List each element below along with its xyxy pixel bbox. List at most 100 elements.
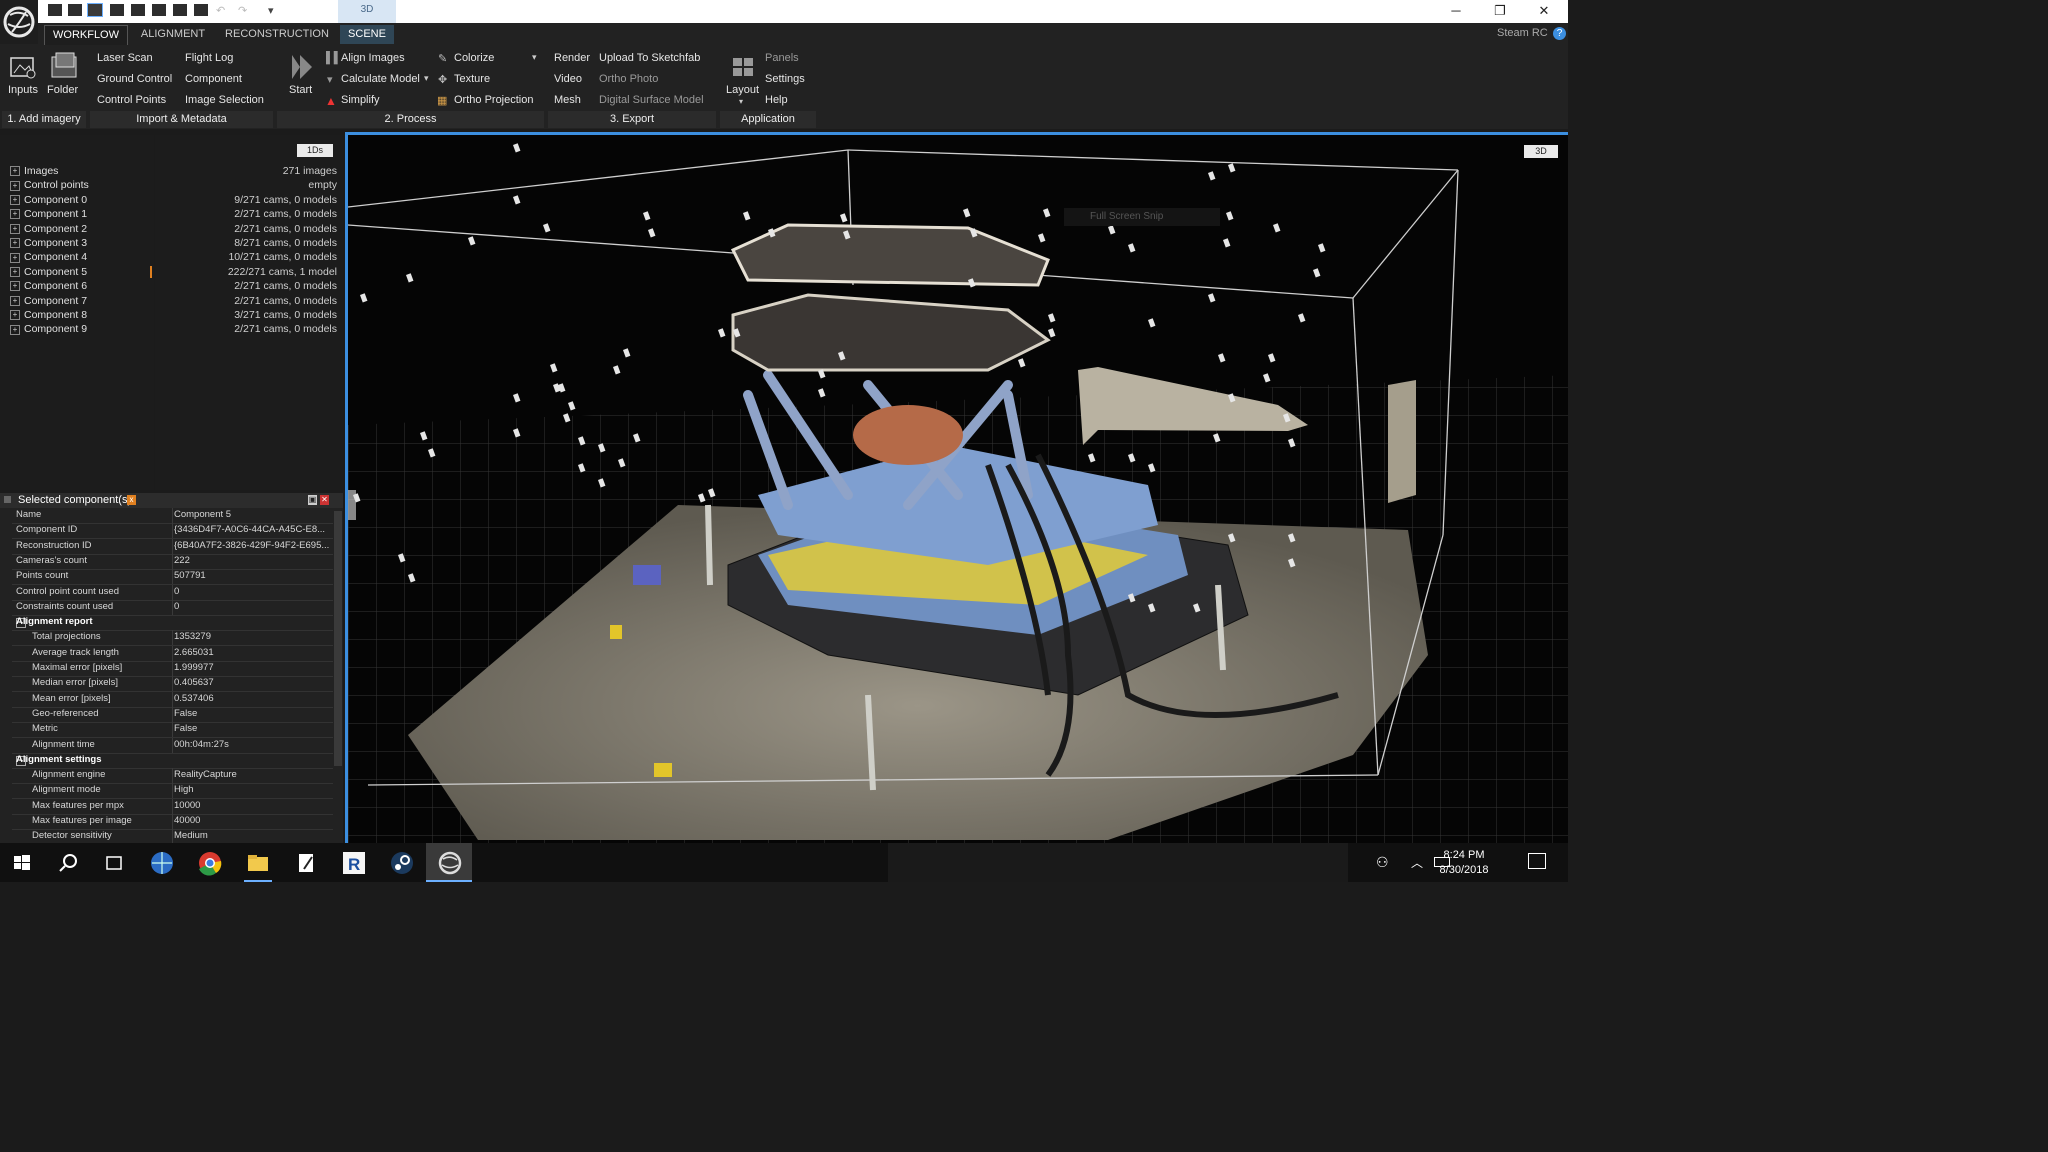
panel-collapse-icon[interactable] bbox=[4, 496, 11, 503]
tree-item[interactable]: + Component 3 bbox=[10, 237, 87, 251]
expand-icon[interactable]: + bbox=[10, 238, 20, 249]
tree-item[interactable]: + Component 5 bbox=[10, 266, 87, 280]
upload-sketchfab-button[interactable]: Upload To Sketchfab bbox=[599, 52, 700, 64]
dsm-button[interactable]: Digital Surface Model bbox=[599, 94, 704, 106]
tree-item[interactable]: + Component 4 bbox=[10, 251, 87, 265]
property-section[interactable]: − Alignment report bbox=[12, 615, 333, 632]
layout-icon[interactable] bbox=[732, 57, 758, 81]
colorize-button[interactable]: Colorize bbox=[454, 52, 494, 64]
property-row[interactable]: Constraints count used 0 bbox=[12, 599, 333, 616]
expand-icon[interactable]: + bbox=[10, 195, 20, 206]
expand-icon[interactable]: + bbox=[10, 295, 20, 306]
help-button[interactable]: Help bbox=[765, 94, 788, 106]
property-row[interactable]: Alignment mode High bbox=[12, 783, 333, 800]
expand-icon[interactable]: + bbox=[10, 209, 20, 220]
tree-item[interactable]: + Component 0 bbox=[10, 194, 87, 208]
file-explorer-icon[interactable] bbox=[244, 849, 272, 877]
system-clock[interactable]: 8:24 PM 8/30/2018 bbox=[1424, 848, 1504, 878]
expand-icon[interactable]: + bbox=[10, 166, 20, 177]
panels-button[interactable]: Panels bbox=[765, 52, 799, 64]
expand-icon[interactable]: + bbox=[10, 252, 20, 263]
layout-7-icon[interactable] bbox=[173, 4, 187, 16]
chrome-icon[interactable] bbox=[196, 849, 224, 877]
pin-icon[interactable]: x bbox=[127, 495, 136, 505]
ortho-photo-button[interactable]: Ortho Photo bbox=[599, 73, 658, 85]
notifications-icon[interactable] bbox=[1528, 853, 1546, 869]
tree-item[interactable]: + Component 9 bbox=[10, 323, 87, 337]
layout-6-icon[interactable] bbox=[152, 4, 166, 16]
ground-control-button[interactable]: Ground Control bbox=[97, 73, 172, 85]
tree-item[interactable]: + Component 8 bbox=[10, 309, 87, 323]
start-button[interactable]: Start bbox=[289, 84, 312, 96]
ortho-projection-button[interactable]: Ortho Projection bbox=[454, 94, 533, 106]
image-selection-button[interactable]: Image Selection bbox=[185, 94, 264, 106]
tab-reconstruction[interactable]: RECONSTRUCTION bbox=[224, 25, 330, 44]
property-row[interactable]: Geo-referenced False bbox=[12, 706, 333, 723]
tree-item[interactable]: + Component 1 bbox=[10, 208, 87, 222]
component-button[interactable]: Component bbox=[185, 73, 242, 85]
property-row[interactable]: Mean error [pixels] 0.537406 bbox=[12, 691, 333, 708]
panel-close-icon[interactable]: ✕ bbox=[320, 495, 329, 505]
expand-icon[interactable]: + bbox=[10, 180, 20, 191]
viewport-side-handle[interactable] bbox=[348, 490, 356, 520]
restore-icon[interactable]: ❐ bbox=[1478, 0, 1522, 22]
tab-workflow[interactable]: WORKFLOW bbox=[44, 25, 128, 45]
property-row[interactable]: Reconstruction ID {6B40A7F2-3826-429F-94F… bbox=[12, 538, 333, 555]
quick-access-menu-icon[interactable]: ▾ bbox=[268, 4, 274, 17]
tree-item[interactable]: + Component 7 bbox=[10, 295, 87, 309]
property-row[interactable]: Name Component 5 bbox=[12, 508, 333, 524]
expand-icon[interactable]: + bbox=[10, 223, 20, 234]
property-row[interactable]: Total projections 1353279 bbox=[12, 630, 333, 647]
property-row[interactable]: Cameras's count 222 bbox=[12, 553, 333, 570]
expand-icon[interactable]: + bbox=[10, 267, 20, 278]
close-icon[interactable]: ✕ bbox=[1522, 0, 1566, 22]
inputs-button[interactable]: Inputs bbox=[8, 84, 38, 96]
property-row[interactable]: Metric False bbox=[12, 722, 333, 739]
3d-viewport[interactable]: 3D Full Screen Snip bbox=[345, 132, 1568, 843]
video-button[interactable]: Video bbox=[554, 73, 582, 85]
show-hidden-icons-icon[interactable]: ︿ bbox=[1411, 854, 1423, 871]
property-row[interactable]: Max features per mpx 10000 bbox=[12, 798, 333, 815]
layout-4-icon[interactable] bbox=[110, 4, 124, 16]
property-row[interactable]: Points count 507791 bbox=[12, 569, 333, 586]
search-icon[interactable] bbox=[54, 849, 82, 877]
property-row[interactable]: Alignment time 00h:04m:27s bbox=[12, 737, 333, 754]
layout-3-icon[interactable] bbox=[87, 3, 103, 17]
render-button[interactable]: Render bbox=[554, 52, 590, 64]
windows-start-icon[interactable] bbox=[8, 849, 36, 877]
notepad-icon[interactable] bbox=[292, 849, 320, 877]
expand-icon[interactable]: + bbox=[10, 310, 20, 321]
view-tag-1ds[interactable]: 1Ds bbox=[297, 144, 333, 157]
texture-button[interactable]: Texture bbox=[454, 73, 490, 85]
steam-icon[interactable] bbox=[388, 849, 416, 877]
simplify-button[interactable]: Simplify bbox=[341, 94, 380, 106]
property-row[interactable]: Control point count used 0 bbox=[12, 584, 333, 601]
calculate-model-dropdown-icon[interactable]: ▾ bbox=[424, 73, 429, 84]
property-row[interactable]: Max features per image 40000 bbox=[12, 814, 333, 830]
app-logo-icon[interactable] bbox=[0, 0, 38, 44]
layout-2-icon[interactable] bbox=[68, 4, 82, 16]
help-icon[interactable]: ? bbox=[1553, 27, 1566, 40]
realitycapture-icon[interactable] bbox=[436, 849, 464, 877]
property-row[interactable]: Component ID {3436D4F7-A0C6-44CA-A45C-E8.… bbox=[12, 523, 333, 540]
tree-item[interactable]: + Control points bbox=[10, 179, 89, 193]
folder-button[interactable]: Folder bbox=[47, 84, 78, 96]
layout-dropdown-icon[interactable]: ▾ bbox=[739, 97, 743, 106]
layout-5-icon[interactable] bbox=[131, 4, 145, 16]
globe-icon[interactable] bbox=[148, 849, 176, 877]
align-images-button[interactable]: Align Images bbox=[341, 52, 405, 64]
folder-icon[interactable] bbox=[50, 51, 77, 78]
layout-1-icon[interactable] bbox=[48, 4, 62, 16]
tree-item[interactable]: + Component 6 bbox=[10, 280, 87, 294]
view-tag-3d[interactable]: 3D bbox=[1524, 145, 1558, 158]
inputs-icon[interactable] bbox=[10, 55, 36, 79]
laser-scan-button[interactable]: Laser Scan bbox=[97, 52, 153, 64]
layout-button[interactable]: Layout bbox=[726, 84, 759, 96]
property-section[interactable]: − Alignment settings bbox=[12, 753, 333, 769]
expand-icon[interactable]: + bbox=[10, 324, 20, 335]
r-app-icon[interactable]: R bbox=[340, 849, 368, 877]
property-row[interactable]: Maximal error [pixels] 1.999977 bbox=[12, 661, 333, 677]
calculate-model-button[interactable]: Calculate Model bbox=[341, 73, 420, 85]
minimize-icon[interactable]: ─ bbox=[1434, 0, 1478, 22]
control-points-button[interactable]: Control Points bbox=[97, 94, 166, 106]
